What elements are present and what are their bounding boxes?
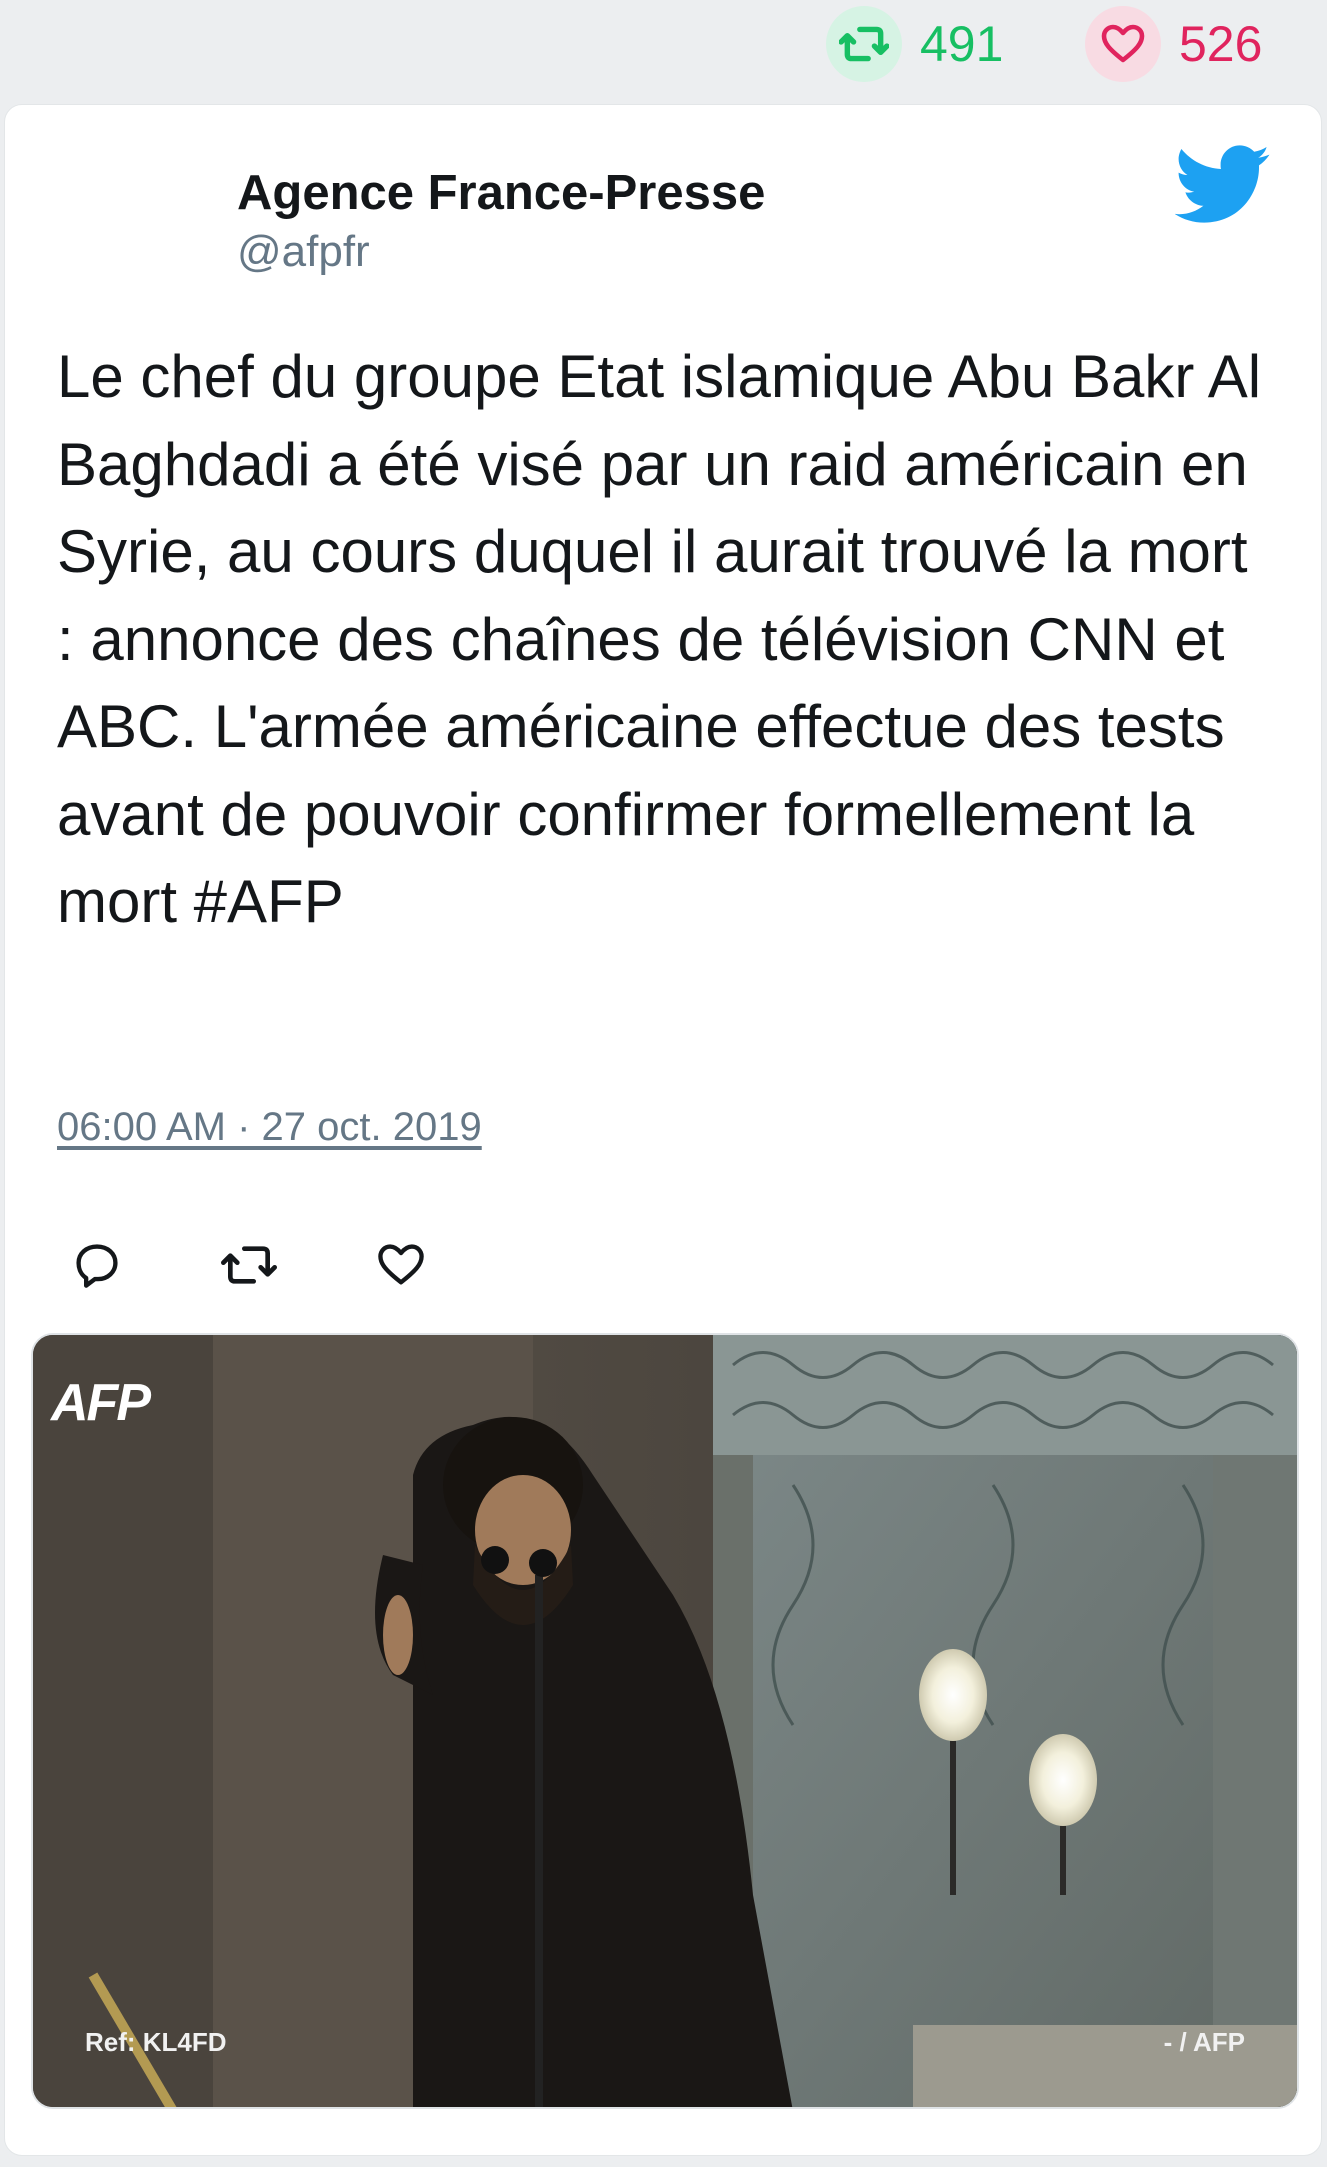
retweet-icon [826,6,902,82]
tweet-timestamp[interactable]: 06:00 AM · 27 oct. 2019 [57,1105,482,1150]
media-photo [33,1335,1297,2107]
author-handle[interactable]: @afpfr [237,227,370,277]
reply-icon[interactable] [57,1225,137,1305]
twitter-bird-icon[interactable] [1174,145,1271,225]
retweet-count-stat[interactable]: 491 [826,0,1003,88]
tweet-card: Agence France-Presse @afpfr Le chef du g… [4,104,1322,2156]
media-credit: - / AFP [1163,2027,1245,2057]
afp-logo: AFP [51,1374,151,1432]
media-ref: Ref: KL4FD [85,2027,227,2057]
heart-icon [1085,6,1161,82]
tweet-text: Le chef du groupe Etat islamique Abu Bak… [57,343,1262,935]
retweet-icon[interactable] [209,1225,289,1305]
author-name[interactable]: Agence France-Presse [237,165,765,221]
like-count: 526 [1179,16,1263,72]
engagement-bar: 491 526 [0,0,1327,100]
like-count-stat[interactable]: 526 [1085,0,1262,88]
heart-icon[interactable] [361,1225,441,1305]
retweet-count: 491 [920,16,1004,72]
tweet-media-image[interactable]: AFP Ref: KL4FD - / AFP [31,1333,1299,2109]
